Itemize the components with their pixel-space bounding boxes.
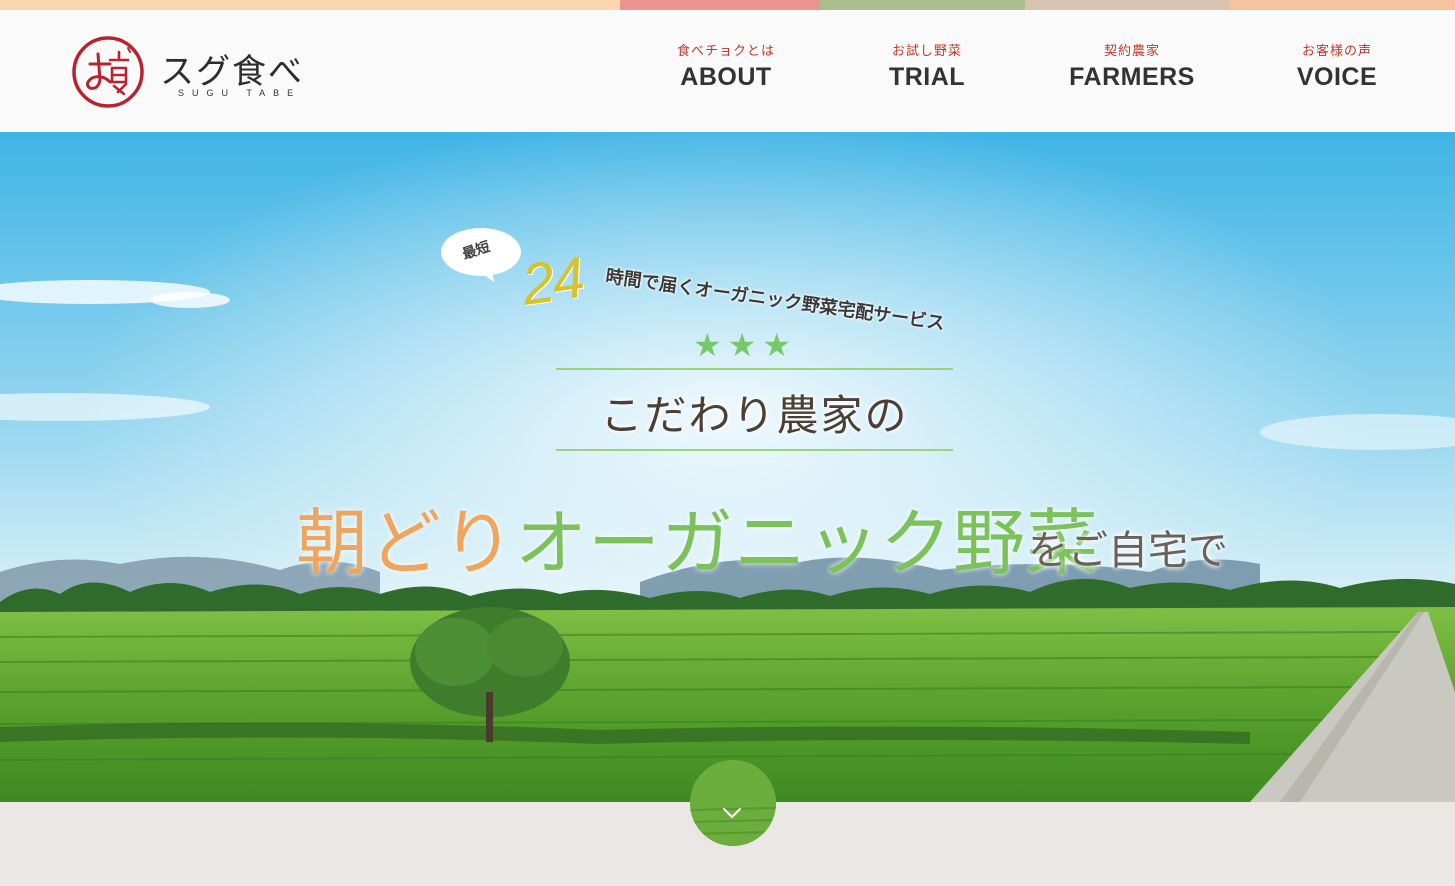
hero-headline: 朝どりオーガニック野菜	[296, 484, 1099, 589]
strip-segment-3	[820, 0, 1025, 10]
logo-name: スグ食べ	[160, 52, 304, 92]
headline-part-home: をご自宅で	[1028, 528, 1228, 574]
logo-subtitle: SUGU TABE	[178, 88, 302, 98]
hero-subheading: こだわり農家の	[600, 391, 909, 440]
hero-section	[0, 132, 1455, 802]
nav-item-farmers[interactable]: 契約農家 FARMERS	[1042, 40, 1222, 92]
strip-segment-2	[620, 0, 820, 10]
logo-mark-icon	[72, 36, 144, 108]
strip-segment-5	[1230, 0, 1455, 10]
strip-segment-4	[1025, 0, 1230, 10]
scroll-button-image	[690, 760, 776, 846]
nav-item-voice-jp: お客様の声	[1301, 44, 1372, 59]
strip-segment-1	[0, 0, 620, 10]
chevron-down-icon	[723, 808, 741, 819]
rating-stars: ★★★	[693, 326, 798, 364]
nav-item-farmers-en: FARMERS	[1069, 63, 1195, 91]
nav-item-trial[interactable]: お試し野菜 TRIAL	[837, 40, 1017, 92]
divider-bottom	[556, 449, 953, 451]
nav-item-trial-jp: お試し野菜	[891, 44, 962, 59]
hero-background-image	[0, 132, 1455, 802]
divider-top	[556, 368, 953, 370]
headline-part-morning: 朝どり	[296, 501, 516, 585]
nav-item-about-jp: 食べチョクとは	[676, 44, 775, 59]
nav-item-about[interactable]: 食べチョクとは ABOUT	[636, 40, 816, 92]
headline-part-organic: オーガニック野菜	[515, 501, 1100, 585]
nav-item-about-en: ABOUT	[680, 63, 772, 91]
top-color-strip	[0, 0, 1455, 10]
nav-item-farmers-jp: 契約農家	[1103, 44, 1160, 59]
site-logo[interactable]: スグ食べ SUGU TABE	[70, 34, 330, 114]
scroll-down-button[interactable]	[690, 760, 776, 846]
nav-item-voice-en: VOICE	[1296, 63, 1378, 91]
nav-item-trial-en: TRIAL	[888, 63, 966, 91]
nav-item-voice[interactable]: お客様の声 VOICE	[1247, 40, 1427, 92]
site-header: スグ食べ SUGU TABE 食べチョクとは ABOUT お試し野菜 TRIAL…	[0, 10, 1455, 132]
delivery-hours-number: 24	[517, 245, 587, 318]
